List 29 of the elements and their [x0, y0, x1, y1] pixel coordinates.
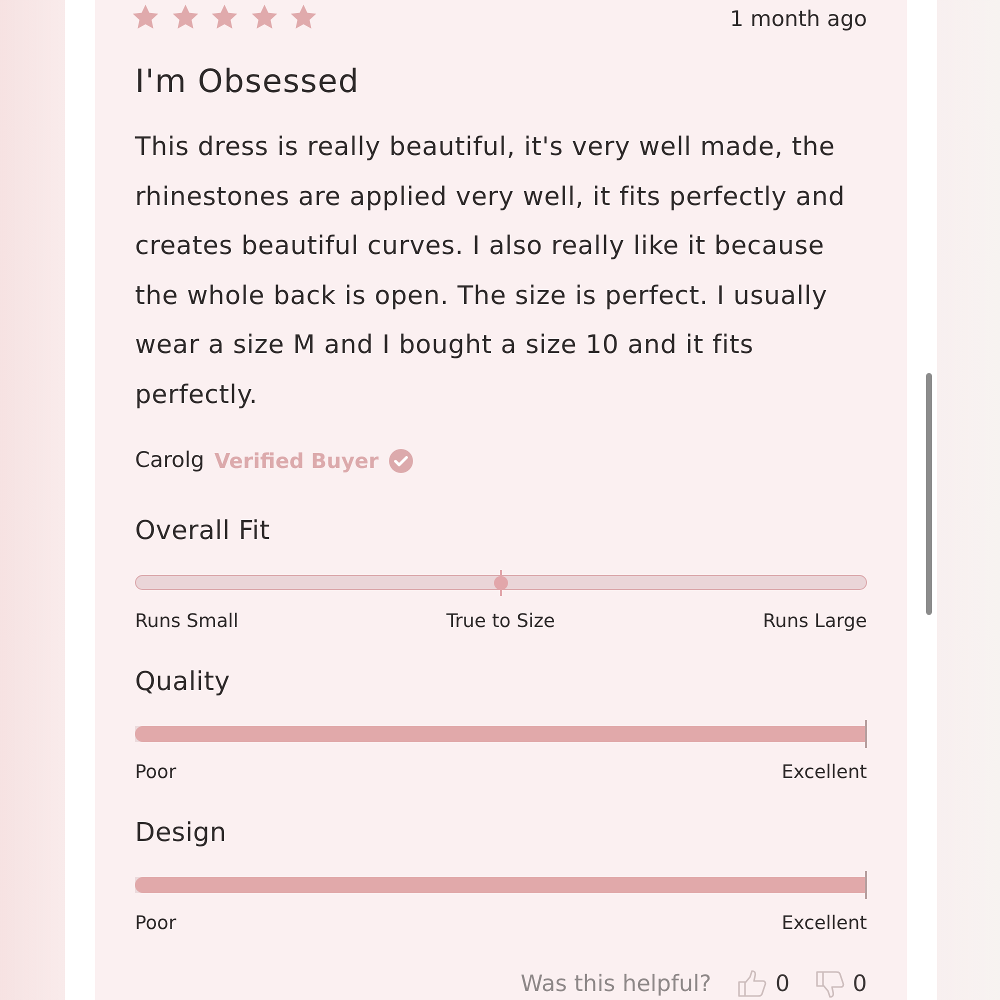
unhelpful-count: 0 — [852, 970, 867, 997]
level-marker — [865, 870, 867, 899]
rating-label: Overall Fit — [135, 514, 271, 548]
star-icon — [290, 4, 317, 30]
scale-label: Poor — [135, 760, 176, 785]
verified-buyer-label: Verified Buyer — [214, 448, 379, 475]
thumbs-down-icon[interactable] — [814, 970, 845, 998]
scale-label: Runs Large — [762, 610, 867, 634]
review-title: I'm Obsessed — [135, 61, 360, 101]
scale-label: True to Size — [446, 610, 556, 634]
level-marker — [865, 720, 867, 748]
star-icon — [172, 4, 198, 30]
helpful-count: 0 — [775, 970, 790, 997]
star-icon — [211, 4, 238, 30]
star-icon — [250, 4, 278, 30]
rating-label: Quality — [135, 666, 232, 699]
scale-label: Poor — [135, 912, 176, 936]
rating-label: Design — [135, 816, 228, 850]
reviewer-name: Carolg — [135, 446, 204, 475]
scale-label: Excellent — [782, 912, 867, 936]
check-circle-icon — [388, 448, 413, 473]
scale-label: Excellent — [782, 760, 867, 785]
review-text: This dress is really beautiful, it's very well made, the rhinestones are applied very well, it fits perfectly and creates beautiful curves. I also really like it because the whole back is open. The size is perfect. I usually wear a size M and I bought a size 10 and it fits perfectly. — [135, 131, 846, 412]
scale-label: Runs Small — [135, 610, 238, 634]
scrollbar-thumb[interactable] — [926, 373, 932, 615]
thumbs-up-icon[interactable] — [737, 970, 768, 998]
helpful-prompt: Was this helpful? — [520, 970, 712, 997]
star-icon — [132, 4, 159, 30]
review-time: 1 month ago — [730, 6, 867, 34]
